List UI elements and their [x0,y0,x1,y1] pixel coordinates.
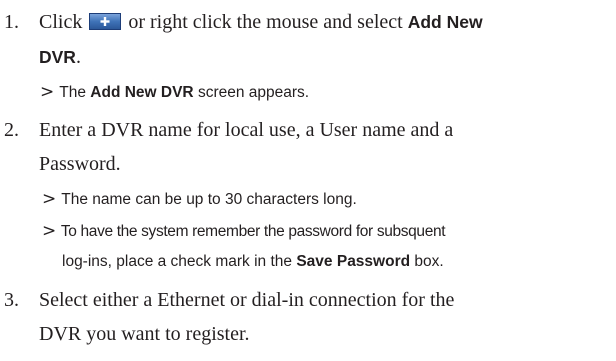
step-2-note-2-line-2: log-ins, place a check mark in the Save … [62,247,444,277]
step-number: 1. [4,11,19,33]
step-number: 2. [4,119,19,141]
ui-label-add-new: Add New [407,12,483,32]
step-1-line-2: DVR. [39,41,81,74]
step-2-note-1: > The name can be up to 30 characters lon… [42,184,357,215]
step-2-note-2: > To have the system remember the passwor… [42,216,446,247]
note-suffix: screen appears. [197,84,310,101]
ui-label-dvr: DVR [39,47,76,67]
note-marker: > [42,221,56,241]
note-marker: > [42,189,57,209]
ui-label-save-password: Save Password [296,253,411,270]
ui-label-add-new-dvr: Add New DVR [90,84,194,101]
period: . [75,46,81,68]
note-line-2-prefix: log-ins, place a check mark in the [62,253,293,270]
add-button-icon [89,8,122,30]
note-marker: > [40,82,55,102]
note-line-1: To have the system remember the password… [60,223,446,240]
document-page: 1. Click or right click the mouse and se… [0,0,616,361]
step-3-line-1: Select either a Ethernet or dial-in conn… [39,289,455,311]
note-text: The name can be up to 30 characters long… [61,191,357,208]
step-1-click-text: Click [39,11,83,33]
step-2-line-1: Enter a DVR name for local use, a User n… [39,119,454,141]
step-3-line-2: DVR you want to register. [39,323,250,345]
note-line-2-suffix: box. [414,253,444,270]
step-1-after-icon-text: or right click the mouse and select [128,11,403,33]
step-1-line-1: Click or right click the mouse and selec… [39,6,483,39]
note-prefix: The [59,84,86,101]
step-number: 3. [4,289,19,311]
step-2-line-2: Password. [39,153,121,175]
step-1-note-1: > The Add New DVR screen appears. [40,77,309,108]
